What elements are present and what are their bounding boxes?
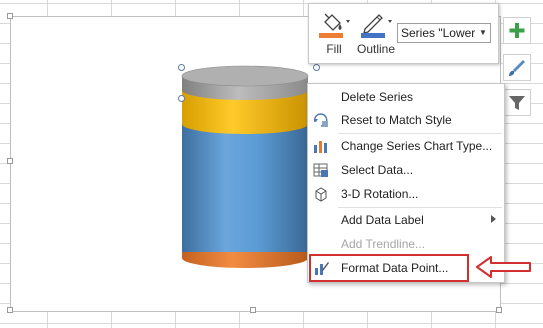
outline-color-swatch [361, 33, 385, 38]
menu-item-3d-rotation[interactable]: 3-D Rotation... [308, 182, 504, 206]
paint-bucket-icon [319, 13, 350, 38]
series-select-value: Series "Lower C [401, 26, 488, 40]
menu-item-label: Add Trendline... [341, 237, 426, 251]
chart-resize-handle[interactable] [7, 307, 13, 313]
chart-resize-handle[interactable] [7, 13, 13, 19]
selection-handle[interactable] [178, 64, 185, 71]
context-menu: Delete Series Reset to Match Style Chang… [307, 83, 505, 283]
selection-handle[interactable] [178, 95, 185, 102]
chart-elements-button[interactable] [503, 17, 531, 44]
plus-icon [509, 23, 525, 38]
submenu-arrow-icon [491, 215, 496, 223]
chart-resize-handle[interactable] [496, 307, 502, 313]
fill-label: Fill [326, 42, 342, 56]
reset-style-icon [313, 113, 328, 127]
chart-resize-handle[interactable] [7, 158, 13, 164]
fill-color-swatch [319, 33, 343, 38]
chart-filters-button[interactable] [503, 89, 531, 116]
filter-icon [509, 96, 525, 110]
menu-item-add-data-label[interactable]: Add Data Label [308, 208, 504, 232]
chevron-down-icon: ▼ [476, 24, 490, 42]
series-select[interactable]: Series "Lower C ▼ [397, 23, 491, 43]
select-data-icon [313, 163, 328, 177]
annotation-arrow-icon [476, 256, 531, 278]
fill-button[interactable]: Fill [311, 8, 357, 60]
chart-resize-handle[interactable] [250, 307, 256, 313]
pen-icon [361, 14, 392, 38]
selection-handle[interactable] [313, 64, 320, 71]
annotation-highlight-box [309, 254, 469, 282]
menu-item-label: Add Data Label [341, 213, 424, 227]
format-mini-toolbar: Fill Outline Series "Lower C ▼ [308, 3, 499, 64]
cylinder-series-shape[interactable] [170, 60, 310, 275]
menu-item-label: Reset to Match Style [341, 113, 452, 127]
rotation-3d-icon [315, 187, 327, 202]
brush-icon [509, 60, 525, 76]
menu-item-label: Change Series Chart Type... [341, 139, 493, 153]
menu-item-change-series-chart-type[interactable]: Change Series Chart Type... [308, 134, 504, 158]
chart-type-icon [314, 141, 327, 153]
outline-label: Outline [356, 42, 396, 56]
menu-item-label: 3-D Rotation... [341, 187, 419, 201]
menu-item-delete-series[interactable]: Delete Series [308, 85, 504, 109]
outline-button[interactable]: Outline [353, 8, 399, 60]
menu-item-add-trendline: Add Trendline... [308, 232, 504, 256]
menu-item-label: Delete Series [341, 90, 414, 104]
menu-item-label: Select Data... [341, 163, 414, 177]
menu-item-reset-to-match-style[interactable]: Reset to Match Style [308, 108, 504, 132]
chart-styles-button[interactable] [503, 54, 531, 81]
menu-item-select-data[interactable]: Select Data... [308, 158, 504, 182]
